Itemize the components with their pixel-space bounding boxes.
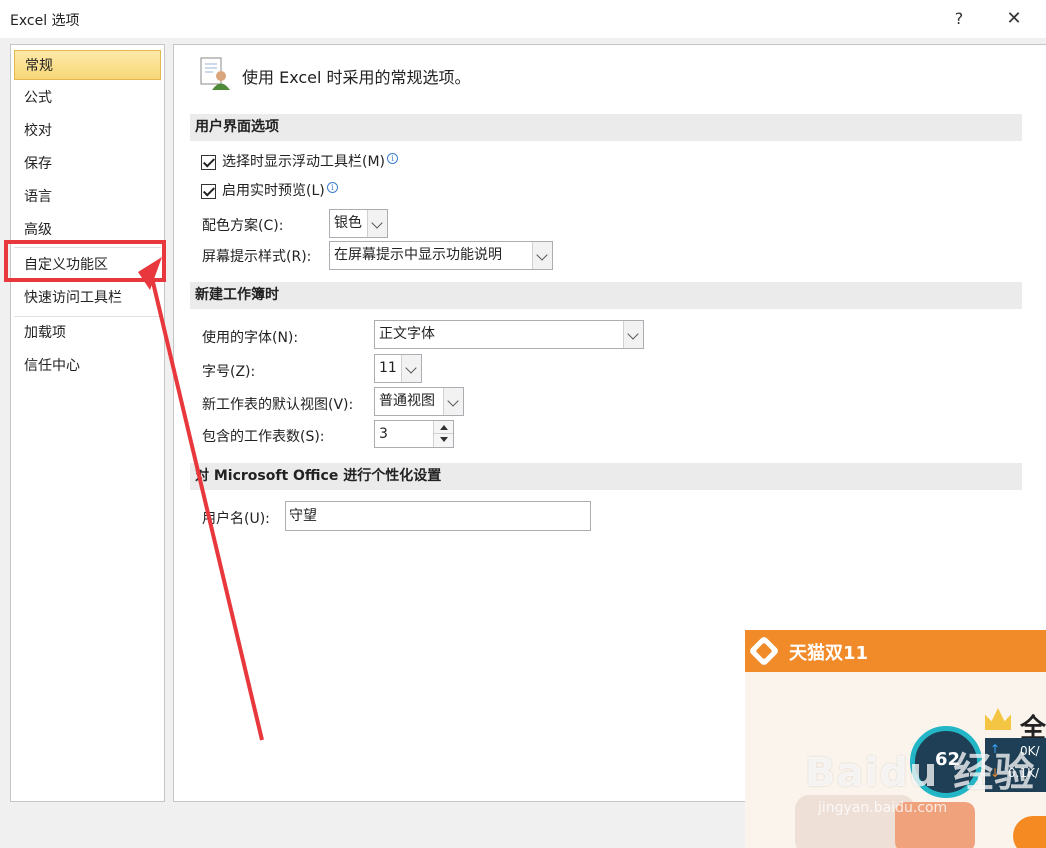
mini-toolbar-checkbox[interactable] — [201, 154, 216, 170]
nav-divider — [14, 316, 161, 317]
live-preview-label: 启用实时预览(L) — [222, 183, 325, 199]
section-ui-options: 用户界面选项 — [190, 114, 1022, 141]
username-input[interactable]: 守望 — [285, 501, 591, 531]
crown-icon — [985, 708, 1011, 730]
nav-item-quick-access-toolbar[interactable]: 快速访问工具栏 — [14, 283, 161, 313]
default-view-select[interactable]: 普通视图 — [374, 387, 464, 416]
sheet-count-value: 3 — [379, 426, 388, 442]
section-personalize: 对 Microsoft Office 进行个性化设置 — [190, 463, 1022, 490]
nav-item-add-ins[interactable]: 加载项 — [14, 318, 161, 348]
font-size-select[interactable]: 11 — [374, 354, 422, 383]
chevron-down-icon[interactable] — [401, 355, 421, 382]
mini-toolbar-label: 选择时显示浮动工具栏(M) — [222, 154, 386, 170]
help-button[interactable]: ? — [946, 6, 972, 32]
live-preview-checkbox[interactable] — [201, 183, 216, 199]
ad-cta-button[interactable] — [1013, 816, 1046, 848]
screentip-style-select[interactable]: 在屏幕提示中显示功能说明 — [329, 241, 553, 270]
window-title: Excel 选项 — [10, 13, 80, 29]
watermark-url: jingyan.baidu.com — [818, 800, 948, 816]
color-scheme-label: 配色方案(C): — [202, 218, 284, 234]
title-bar: Excel 选项 ? ✕ — [0, 0, 1046, 38]
chevron-down-icon[interactable] — [443, 388, 463, 415]
chevron-down-icon[interactable] — [367, 210, 387, 237]
nav-item-proofing[interactable]: 校对 — [14, 116, 161, 146]
annotation-highlight-box — [4, 240, 166, 282]
sheet-count-label: 包含的工作表数(S): — [202, 429, 325, 445]
spin-down-icon[interactable] — [434, 434, 453, 447]
mini-toolbar-row[interactable]: 选择时显示浮动工具栏(M) i — [201, 153, 399, 173]
color-scheme-value: 银色 — [334, 215, 362, 231]
close-button[interactable]: ✕ — [998, 5, 1030, 33]
screentip-style-label: 屏幕提示样式(R): — [202, 249, 312, 265]
default-view-value: 普通视图 — [379, 393, 435, 409]
general-options-icon — [200, 57, 230, 90]
nav-item-language[interactable]: 语言 — [14, 182, 161, 212]
section-new-workbook: 新建工作簿时 — [190, 282, 1022, 309]
spin-up-icon[interactable] — [434, 421, 453, 434]
font-select[interactable]: 正文字体 — [374, 320, 644, 349]
info-icon: i — [326, 182, 338, 193]
tmall-logo-icon — [748, 635, 780, 667]
nav-item-trust-center[interactable]: 信任中心 — [14, 351, 161, 381]
options-nav: 常规 公式 校对 保存 语言 高级 自定义功能区 快速访问工具栏 加载项 信任中… — [10, 44, 165, 802]
nav-item-general[interactable]: 常规 — [14, 50, 161, 80]
chevron-down-icon[interactable] — [623, 321, 643, 348]
spinner-buttons — [433, 421, 453, 447]
font-label: 使用的字体(N): — [202, 330, 299, 346]
nav-item-save[interactable]: 保存 — [14, 149, 161, 179]
font-value: 正文字体 — [379, 326, 435, 342]
info-icon: i — [387, 153, 399, 164]
font-size-label: 字号(Z): — [202, 364, 256, 380]
nav-item-formulas[interactable]: 公式 — [14, 83, 161, 113]
watermark: Baidu 经验 — [805, 750, 1036, 796]
screentip-style-value: 在屏幕提示中显示功能说明 — [334, 247, 502, 263]
ad-title: 天猫双11 — [789, 643, 869, 664]
font-size-value: 11 — [379, 360, 397, 376]
color-scheme-select[interactable]: 银色 — [329, 209, 388, 238]
ad-header: 天猫双11 — [745, 630, 1046, 672]
sheet-count-spinner[interactable]: 3 — [374, 420, 454, 448]
content-header: 使用 Excel 时采用的常规选项。 — [242, 68, 471, 87]
default-view-label: 新工作表的默认视图(V): — [202, 397, 354, 413]
username-label: 用户名(U): — [202, 511, 270, 527]
live-preview-row[interactable]: 启用实时预览(L) i — [201, 182, 338, 202]
chevron-down-icon[interactable] — [532, 242, 552, 269]
